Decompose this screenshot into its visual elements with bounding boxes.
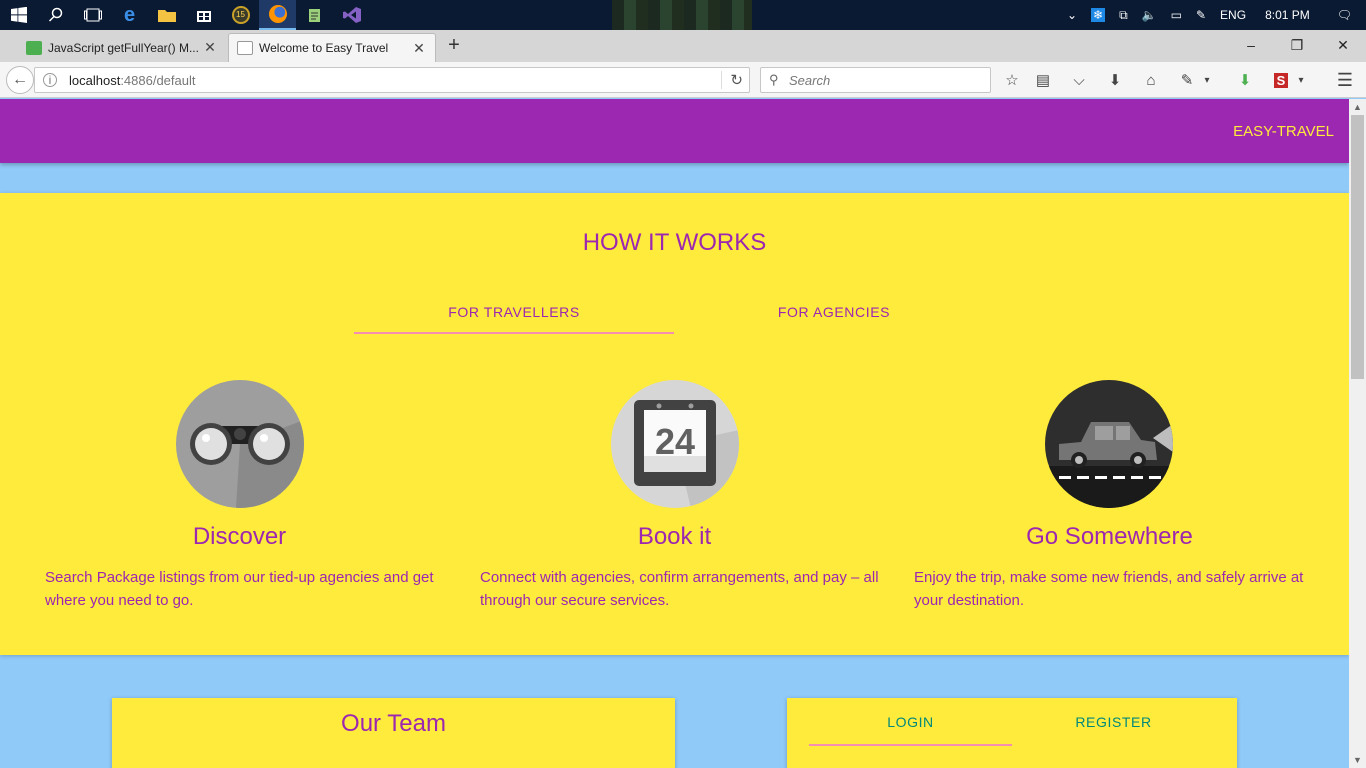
download-helper-icon[interactable]: ⬇ [1232, 68, 1258, 92]
page-scrollbar[interactable]: ▲ ▼ [1349, 99, 1366, 768]
active-tab-indicator [809, 744, 1012, 746]
pen-icon[interactable]: ✎ [1196, 8, 1206, 22]
s-extension-icon[interactable]: S [1268, 68, 1294, 92]
calendar-day-number: 24 [654, 421, 696, 462]
feature-description: Connect with agencies, confirm arrangeme… [480, 569, 879, 609]
address-bar[interactable]: i localhost:4886/default ↻ [34, 67, 750, 93]
search-icon: ⚲ [769, 72, 779, 87]
reading-list-icon[interactable]: ▤ [1030, 68, 1056, 92]
edge-browser-icon[interactable]: e [111, 0, 148, 30]
close-tab-icon[interactable]: ✕ [202, 39, 218, 56]
wifi-icon[interactable]: ⧉ [1119, 8, 1128, 23]
language-indicator[interactable]: ENG [1220, 8, 1246, 22]
binoculars-icon [176, 380, 304, 508]
app-icon[interactable]: 15 [222, 0, 259, 30]
tab-for-travellers[interactable]: FOR TRAVELLERS [354, 303, 674, 335]
scroll-down-arrow-icon[interactable]: ▼ [1349, 752, 1366, 768]
feature-description: Search Package listings from our tied-up… [45, 569, 434, 609]
feature-description: Enjoy the trip, make some new friends, a… [914, 569, 1304, 609]
calendar-icon: 24 [611, 380, 739, 508]
car-icon [1045, 380, 1173, 508]
chevron-up-icon[interactable]: ⌄ [1067, 8, 1077, 22]
restore-button[interactable]: ❐ [1274, 30, 1320, 60]
tab-login[interactable]: LOGIN [809, 714, 1012, 730]
feature-title: Go Somewhere [1026, 523, 1193, 550]
battery-icon[interactable]: ▭ [1171, 8, 1182, 22]
tools-icon[interactable]: ✎ [1174, 68, 1200, 92]
tab-easy-travel[interactable]: Welcome to Easy Travel ✕ [228, 33, 436, 62]
scrollbar-thumb[interactable] [1351, 115, 1364, 379]
reload-icon[interactable]: ↻ [721, 71, 743, 89]
clock[interactable]: 8:01 PM [1265, 8, 1310, 22]
our-team-card: Our Team [112, 698, 675, 768]
audience-tabs: FOR TRAVELLERS FOR AGENCIES [354, 303, 994, 335]
back-button[interactable]: ← [6, 66, 34, 94]
snowflake-icon[interactable]: ❄ [1091, 8, 1106, 22]
scroll-up-arrow-icon[interactable]: ▲ [1349, 99, 1366, 115]
store-icon[interactable] [185, 0, 222, 30]
visual-studio-icon[interactable] [333, 0, 370, 30]
chevron-down-icon[interactable]: ▾ [1200, 68, 1214, 92]
system-tray: ⌄ ❄ ⧉ 🔈 ▭ ✎ ENG 8:01 PM 🗨 [1060, 0, 1366, 30]
feature-title: Discover [192, 523, 287, 550]
url-path: :4886/default [120, 72, 196, 88]
our-team-title: Our Team [341, 710, 446, 737]
firefox-icon[interactable] [259, 0, 296, 30]
chevron-down-icon[interactable]: ▾ [1294, 68, 1308, 92]
browser-navigation-bar: ← i localhost:4886/default ↻ ⚲ Search ☆ … [0, 62, 1366, 98]
tab-title: JavaScript getFullYear() M... [48, 40, 199, 55]
tab-javascript-getfullyear[interactable]: JavaScript getFullYear() M... ✕ [18, 33, 226, 62]
windows-taskbar: e 15 ⌄ ❄ ⧉ 🔈 ▭ ✎ ENG 8:01 PM 🗨 [0, 0, 1366, 30]
file-explorer-icon[interactable] [148, 0, 185, 30]
active-tab-indicator [354, 332, 674, 334]
how-it-works-title: HOW IT WORKS [582, 229, 767, 256]
close-tab-icon[interactable]: ✕ [411, 40, 427, 57]
task-view-icon[interactable] [74, 0, 111, 30]
tab-for-agencies[interactable]: FOR AGENCIES [674, 303, 994, 335]
feature-title: Book it [637, 523, 712, 550]
w3schools-favicon-icon [26, 40, 42, 55]
page-favicon-icon [237, 41, 253, 55]
search-icon[interactable] [37, 0, 74, 30]
browser-tab-strip: JavaScript getFullYear() M... ✕ Welcome … [0, 30, 1366, 62]
url-host: localhost [69, 72, 121, 88]
page-viewport: EASY-TRAVEL HOW IT WORKS FOR TRAVELLERS … [0, 99, 1349, 768]
close-window-button[interactable]: ✕ [1320, 30, 1366, 60]
tab-title: Welcome to Easy Travel [259, 41, 389, 55]
search-placeholder: Search [789, 72, 831, 88]
downloads-icon[interactable]: ⬇ [1102, 68, 1128, 92]
search-input[interactable]: ⚲ Search [760, 67, 991, 93]
taskbar-background-decoration [612, 0, 752, 30]
app-toolbar: EASY-TRAVEL [0, 99, 1349, 163]
site-info-icon[interactable]: i [43, 73, 57, 87]
tab-register[interactable]: REGISTER [1012, 714, 1215, 730]
auth-card: LOGIN REGISTER [787, 698, 1237, 768]
volume-icon[interactable]: 🔈 [1142, 8, 1157, 22]
new-tab-button[interactable]: + [444, 34, 464, 57]
home-icon[interactable]: ⌂ [1138, 68, 1164, 92]
how-it-works-section: HOW IT WORKS FOR TRAVELLERS FOR AGENCIES [0, 193, 1349, 655]
bookmark-star-icon[interactable]: ☆ [999, 68, 1025, 92]
pocket-icon[interactable]: ⌵ [1066, 68, 1092, 92]
menu-icon[interactable]: ☰ [1332, 68, 1358, 92]
brand-link[interactable]: EASY-TRAVEL [1233, 123, 1334, 140]
windows-start-icon[interactable] [0, 0, 37, 30]
notepad-icon[interactable] [296, 0, 333, 30]
notifications-icon[interactable]: 🗨 [1337, 8, 1352, 22]
minimize-button[interactable]: – [1228, 30, 1274, 60]
